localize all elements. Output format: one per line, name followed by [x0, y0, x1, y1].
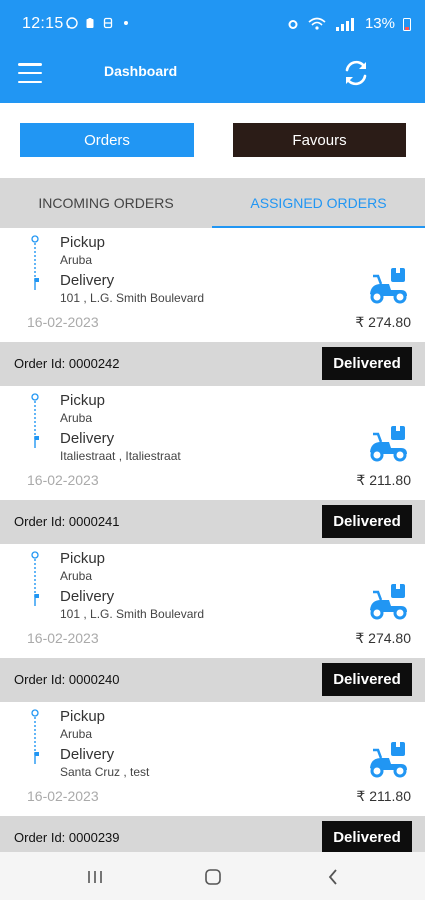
order-price: ₹ 211.80 [356, 788, 411, 804]
order-footer: Order Id: 0000239 Delivered [0, 816, 425, 852]
b-icon [103, 17, 113, 29]
pickup-label: Pickup [60, 550, 106, 567]
tab-incoming-orders[interactable]: INCOMING ORDERS [0, 178, 212, 228]
order-price: ₹ 211.80 [356, 472, 411, 488]
alarm-icon [288, 19, 298, 29]
delivery-label: Delivery [60, 746, 115, 763]
pickup-place: Aruba [60, 411, 93, 425]
order-card[interactable]: Pickup Aruba Delivery 101 , L.G. Smith Boul… [0, 228, 425, 342]
clipboard-icon [86, 18, 94, 28]
pickup-place: Aruba [60, 253, 93, 267]
route-track-icon [31, 709, 39, 764]
favours-button[interactable]: Favours [233, 123, 406, 157]
system-nav-bar [0, 852, 425, 900]
order-id: Order Id: 0000241 [14, 514, 120, 529]
dot-icon [124, 21, 128, 25]
status-badge: Delivered [322, 821, 412, 852]
order-footer: Order Id: 0000241 Delivered [0, 500, 425, 544]
order-id: Order Id: 0000239 [14, 830, 120, 845]
battery-icon [403, 17, 411, 31]
hamburger-menu-icon[interactable] [18, 63, 42, 83]
route-track-icon [31, 393, 39, 448]
order-card[interactable]: Pickup Aruba Delivery 101 , L.G. Smith Boul… [0, 544, 425, 658]
orders-button[interactable]: Orders [20, 123, 194, 157]
delivery-label: Delivery [60, 588, 115, 605]
whatsapp-icon [66, 17, 78, 29]
order-date: 16-02-2023 [27, 788, 99, 804]
status-bar: 12:15 13% [0, 0, 425, 50]
page-title: Dashboard [104, 63, 178, 79]
order-card[interactable]: Pickup Aruba Delivery Santa Cruz , test 16-0… [0, 702, 425, 816]
delivery-label: Delivery [60, 430, 115, 447]
app-bar: Dashboard [0, 50, 425, 103]
delivery-address: Italiestraat , Italiestraat [60, 449, 181, 463]
route-track-icon [31, 551, 39, 606]
delivery-scooter-icon [370, 742, 407, 778]
status-right: 13% [287, 15, 411, 32]
order-price: ₹ 274.80 [355, 630, 411, 646]
order-card[interactable]: Pickup Aruba Delivery Italiestraat , Italie… [0, 386, 425, 500]
wifi-icon [308, 17, 326, 30]
status-time: 12:15 [22, 15, 64, 32]
order-id: Order Id: 0000242 [14, 356, 120, 371]
status-badge: Delivered [322, 663, 412, 696]
order-date: 16-02-2023 [27, 314, 99, 330]
pickup-label: Pickup [60, 708, 106, 725]
header: 12:15 13% Dashboard [0, 0, 425, 103]
order-id: Order Id: 0000240 [14, 672, 120, 687]
delivery-address: Santa Cruz , test [60, 765, 150, 779]
route-track-icon [31, 235, 39, 290]
pickup-place: Aruba [60, 727, 93, 741]
delivery-scooter-icon [370, 584, 407, 620]
order-price: ₹ 274.80 [355, 314, 411, 330]
order-list: Pickup Aruba Delivery 101 , L.G. Smith Boul… [0, 228, 425, 852]
delivery-address: 101 , L.G. Smith Boulevard [60, 607, 205, 621]
order-footer: Order Id: 0000240 Delivered [0, 658, 425, 702]
back-icon[interactable] [326, 867, 340, 887]
pickup-place: Aruba [60, 569, 93, 583]
status-badge: Delivered [322, 505, 412, 538]
pickup-label: Pickup [60, 392, 106, 409]
status-badge: Delivered [322, 347, 412, 380]
tab-assigned-orders[interactable]: ASSIGNED ORDERS [212, 178, 425, 228]
notification-icons [66, 17, 132, 29]
delivery-scooter-icon [370, 426, 407, 462]
order-date: 16-02-2023 [27, 472, 99, 488]
battery-percent: 13% [364, 15, 395, 32]
home-icon[interactable] [204, 868, 222, 886]
pickup-label: Pickup [60, 234, 106, 251]
signal-icon [335, 17, 354, 31]
refresh-icon[interactable] [340, 57, 372, 89]
delivery-scooter-icon [370, 268, 407, 304]
delivery-label: Delivery [60, 272, 115, 289]
delivery-address: 101 , L.G. Smith Boulevard [60, 291, 205, 305]
order-tabs: INCOMING ORDERS ASSIGNED ORDERS [0, 178, 425, 228]
order-footer: Order Id: 0000242 Delivered [0, 342, 425, 386]
order-date: 16-02-2023 [27, 630, 99, 646]
recent-apps-icon[interactable] [86, 869, 104, 885]
